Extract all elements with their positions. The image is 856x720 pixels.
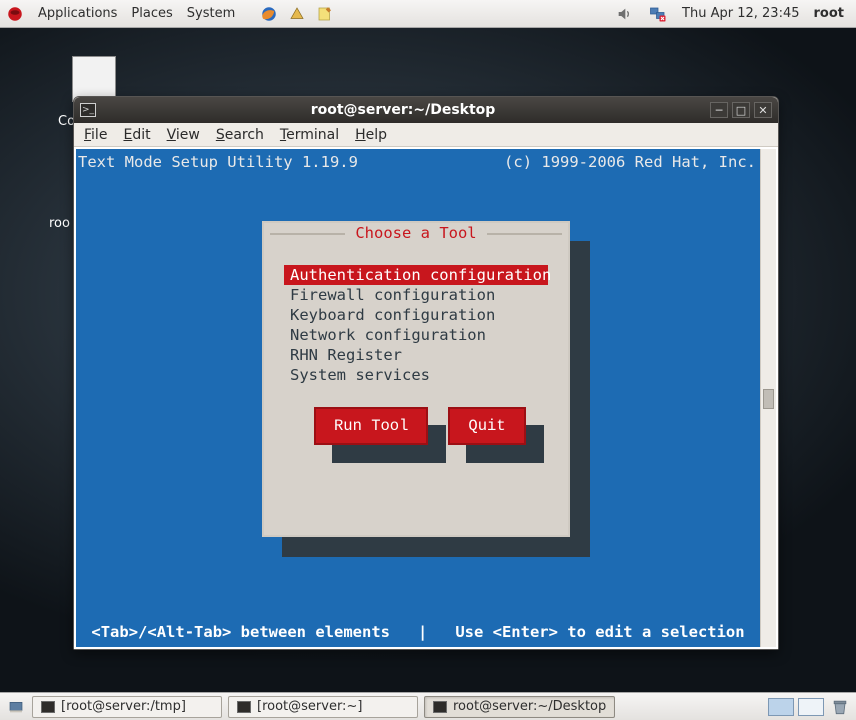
dictionary-icon[interactable]	[287, 5, 307, 23]
window-controls: ─ □ ✕	[710, 102, 772, 118]
system-menu[interactable]: System	[187, 6, 235, 21]
dialog-title: Choose a Tool	[345, 224, 486, 242]
taskbar-label: root@server:~/Desktop	[453, 699, 606, 714]
redhat-logo-icon	[6, 5, 24, 23]
terminal-titlebar-icon: >_	[80, 103, 96, 117]
setup-utility-title: Text Mode Setup Utility 1.19.9	[78, 153, 358, 171]
terminal-scrollbar[interactable]	[760, 149, 776, 647]
menu-search[interactable]: Search	[216, 127, 264, 143]
workspace-1[interactable]	[768, 698, 794, 716]
volume-icon[interactable]	[614, 5, 634, 23]
quit-button-wrap: Quit	[448, 407, 525, 445]
menu-edit[interactable]: Edit	[123, 127, 150, 143]
tool-item-rhn[interactable]: RHN Register	[284, 345, 548, 365]
tool-item-services[interactable]: System services	[284, 365, 548, 385]
desktop: Co roo >_ root@server:~/Desktop ─ □ ✕ Fi…	[0, 28, 856, 692]
menu-terminal[interactable]: Terminal	[280, 127, 339, 143]
top-panel-right: Thu Apr 12, 23:45 root	[614, 5, 856, 23]
firefox-icon[interactable]	[259, 5, 279, 23]
taskbar-button[interactable]: [root@server:/tmp]	[32, 696, 222, 718]
applications-menu[interactable]: Applications	[38, 6, 117, 21]
scrollbar-thumb[interactable]	[763, 389, 774, 409]
notes-icon[interactable]	[315, 5, 335, 23]
menu-view[interactable]: View	[167, 127, 200, 143]
window-title: root@server:~/Desktop	[96, 102, 710, 118]
run-tool-button[interactable]: Run Tool	[314, 407, 428, 445]
quit-button[interactable]: Quit	[448, 407, 525, 445]
run-tool-button-wrap: Run Tool	[314, 407, 428, 445]
terminal-icon	[433, 701, 447, 713]
taskbar-label: [root@server:/tmp]	[61, 699, 186, 714]
choose-tool-dialog: Choose a Tool Authentication configurati…	[262, 221, 570, 537]
terminal-wrap: Text Mode Setup Utility 1.19.9 (c) 1999-…	[74, 147, 778, 649]
top-panel-left: Applications Places System	[0, 5, 335, 23]
places-menu[interactable]: Places	[131, 6, 172, 21]
trash-icon[interactable]	[830, 697, 850, 717]
top-panel: Applications Places System Thu Apr 12, 2…	[0, 0, 856, 28]
user-menu[interactable]: root	[814, 6, 845, 21]
taskbar-label: [root@server:~]	[257, 699, 362, 714]
workspace-2[interactable]	[798, 698, 824, 716]
show-desktop-icon[interactable]	[6, 698, 26, 716]
bottom-panel: [root@server:/tmp] [root@server:~] root@…	[0, 692, 856, 720]
terminal-viewport[interactable]: Text Mode Setup Utility 1.19.9 (c) 1999-…	[76, 149, 760, 647]
taskbar-button[interactable]: [root@server:~]	[228, 696, 418, 718]
workspace-switcher	[768, 698, 824, 716]
tool-item-firewall[interactable]: Firewall configuration	[284, 285, 548, 305]
copyright-text: (c) 1999-2006 Red Hat, Inc.	[504, 153, 756, 171]
minimize-button[interactable]: ─	[710, 102, 728, 118]
tool-list: Authentication configuration Firewall co…	[284, 265, 548, 385]
window-titlebar[interactable]: >_ root@server:~/Desktop ─ □ ✕	[74, 97, 778, 123]
tool-item-network[interactable]: Network configuration	[284, 325, 548, 345]
terminal-icon	[237, 701, 251, 713]
maximize-button[interactable]: □	[732, 102, 750, 118]
close-button[interactable]: ✕	[754, 102, 772, 118]
tool-item-authentication[interactable]: Authentication configuration	[284, 265, 548, 285]
terminal-window: >_ root@server:~/Desktop ─ □ ✕ File Edit…	[73, 96, 779, 650]
desktop-icon-label: roo	[49, 216, 70, 231]
network-error-icon[interactable]	[648, 5, 668, 23]
taskbar-button[interactable]: root@server:~/Desktop	[424, 696, 615, 718]
launcher-icons	[259, 5, 335, 23]
dialog-buttons: Run Tool Quit	[314, 407, 526, 445]
menu-file[interactable]: File	[84, 127, 107, 143]
terminal-hint: <Tab>/<Alt-Tab> between elements | Use <…	[76, 623, 760, 641]
terminal-header-line: Text Mode Setup Utility 1.19.9 (c) 1999-…	[78, 153, 756, 171]
menu-help[interactable]: Help	[355, 127, 387, 143]
clock[interactable]: Thu Apr 12, 23:45	[682, 6, 799, 21]
window-menubar: File Edit View Search Terminal Help	[74, 123, 778, 147]
terminal-icon	[41, 701, 55, 713]
tool-item-keyboard[interactable]: Keyboard configuration	[284, 305, 548, 325]
